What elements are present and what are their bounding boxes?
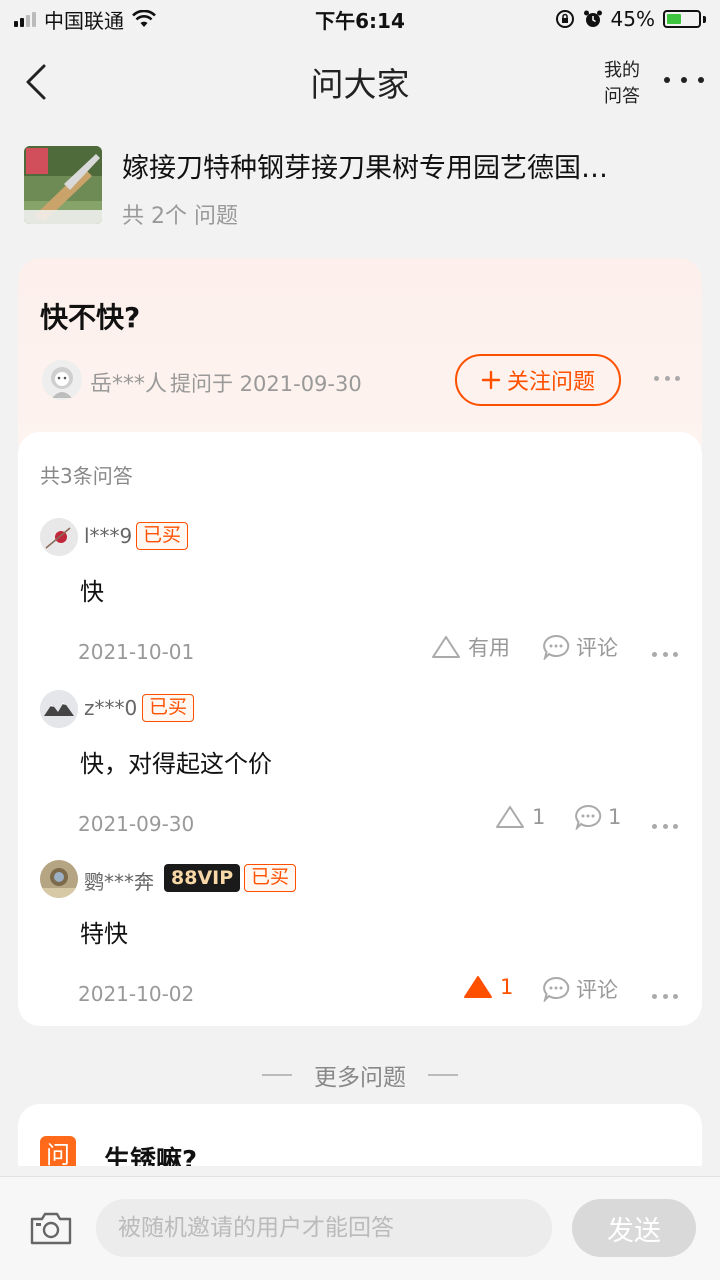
comment-label: 评论 [576,978,618,1002]
next-question-title[interactable]: 生锈嘛? [104,1140,197,1166]
bought-badge: 已买 [142,694,195,722]
comment-count: 1 [608,805,622,829]
follow-label: 关注问题 [506,369,595,394]
divider-line [428,1074,458,1076]
answerer-name[interactable]: l***9 [84,524,132,548]
my-qa-button[interactable]: 我的问答 [604,58,646,110]
orientation-lock-icon [555,10,574,28]
useful-button[interactable]: 有用 [430,632,510,662]
answer-item: l***9 已买 快 2021-10-01 有用 评论 [18,518,702,688]
follow-question-button[interactable]: 关注问题 [455,354,621,406]
asker-name[interactable]: 岳***人 [90,366,167,398]
send-button[interactable]: 发送 [572,1199,696,1257]
answers-card: 共3条问答 l***9 已买 快 2021-10-01 有用 评论 z***0 … [18,432,702,1026]
answer-item: 鹦***奔 88VIP 已买 特快 2021-10-02 1 评论 [18,860,702,1030]
signal-icon [14,11,36,27]
question-count: 共 2个 问题 [122,204,238,229]
bought-badge: 已买 [136,522,189,550]
answerer-name[interactable]: 鹦***奔 [84,866,154,895]
battery-percent: 45% [610,7,655,31]
useful-button[interactable]: 1 [494,804,545,830]
useful-button[interactable]: 1 [462,974,513,1000]
answer-input[interactable] [96,1199,552,1257]
question-mark-icon: 问 [40,1136,76,1166]
answerer-name[interactable]: z***0 [84,696,137,720]
comment-bubble-icon [543,976,570,1002]
answer-text: 快 [80,578,104,606]
back-arrow-icon[interactable] [22,60,62,104]
question-more-icon[interactable] [654,376,680,382]
product-thumbnail[interactable] [24,146,102,224]
answerer-avatar[interactable] [40,690,78,728]
question-card: 快不快? 岳***人 提问于 2021-09-30 关注问题 [18,258,702,448]
bought-badge: 已买 [244,864,297,892]
carrier-label: 中国联通 [44,8,124,33]
camera-icon[interactable] [28,1209,74,1247]
answer-date: 2021-09-30 [78,812,195,836]
asked-date: 提问于 2021-09-30 [170,372,362,396]
comment-button[interactable]: 1 [574,804,621,830]
answers-count: 共3条问答 [40,464,133,488]
triangle-up-icon [496,806,524,828]
divider-line [262,1074,292,1076]
answer-more-icon[interactable] [652,824,678,830]
comment-bubble-icon [543,634,570,660]
more-menu-icon[interactable] [664,68,704,92]
battery-icon [663,10,706,28]
answer-item: z***0 已买 快，对得起这个价 2021-09-30 1 1 [18,690,702,860]
triangle-up-filled-icon [464,976,492,998]
page-title: 问大家 [310,65,410,104]
answer-date: 2021-10-02 [78,982,195,1006]
asker-avatar[interactable] [42,360,82,400]
comment-bubble-icon [575,804,602,830]
status-bar: 中国联通 下午6:14 45% [0,0,720,38]
more-questions-divider: 更多问题 [0,1058,720,1092]
answer-more-icon[interactable] [652,652,678,658]
answer-text: 特快 [80,920,128,948]
comment-button[interactable]: 评论 [542,632,618,662]
answer-date: 2021-10-01 [78,640,195,664]
wifi-icon [132,10,156,27]
product-name[interactable]: 嫁接刀特种钢芽接刀果树专用园艺德国… [122,146,662,185]
alarm-icon [583,10,602,27]
plus-icon [481,370,501,390]
status-left: 中国联通 [14,5,156,34]
vip-badge: 88VIP [164,864,241,892]
triangle-up-icon [432,636,460,658]
comment-button[interactable]: 评论 [542,974,618,1004]
question-title: 快不快? [40,301,141,334]
useful-count: 1 [532,805,546,829]
more-questions-label: 更多问题 [314,1065,406,1091]
comment-label: 评论 [576,636,618,660]
useful-label: 有用 [468,636,510,660]
answerer-avatar[interactable] [40,518,78,556]
product-header[interactable]: 嫁接刀特种钢芽接刀果树专用园艺德国… 共 2个 问题 [24,146,704,229]
useful-count: 1 [500,975,514,999]
status-right: 45% [555,7,706,31]
nav-bar: 问大家 我的问答 [0,38,720,126]
answer-text: 快，对得起这个价 [80,750,272,778]
next-question-card[interactable]: 问 生锈嘛? [18,1104,702,1166]
answer-more-icon[interactable] [652,994,678,1000]
answerer-avatar[interactable] [40,860,78,898]
bottom-input-bar: 发送 [0,1176,720,1280]
